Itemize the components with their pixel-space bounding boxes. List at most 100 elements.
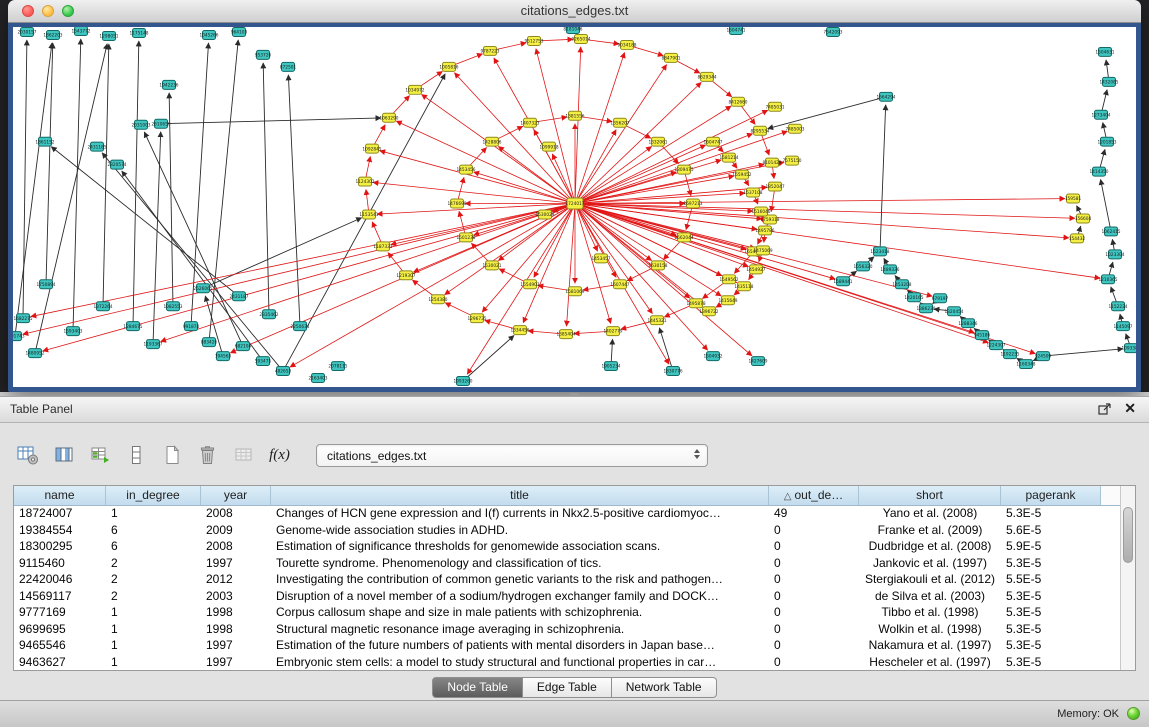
cell-title: Tourette syndrome. Phenomenology and cla… xyxy=(271,555,769,572)
node-label: 1224307 xyxy=(986,343,1005,349)
node-label: 1593403 xyxy=(63,329,82,335)
table-select-dropdown[interactable]: citations_edges.txt xyxy=(316,444,708,467)
column-header-label: year xyxy=(224,488,247,502)
table-body: 1872400712008Changes of HCN gene express… xyxy=(14,505,1120,670)
node-label: 1537108 xyxy=(743,190,762,196)
table-row[interactable]: 911546021997Tourette syndrome. Phenomeno… xyxy=(14,555,1120,572)
function-button[interactable]: f(x) xyxy=(266,442,293,469)
table-row[interactable]: 2242004622012Investigating the contribut… xyxy=(14,571,1120,588)
network-window: citations_edges.txt 17240171852047175931… xyxy=(8,0,1141,392)
node-label: 1905234 xyxy=(601,364,620,370)
cell-pagerank: 5.3E-5 xyxy=(1001,604,1101,621)
dropdown-arrows-icon xyxy=(694,449,700,459)
cell-in_degree: 1 xyxy=(106,505,201,522)
node-label: 1160348 xyxy=(1016,362,1035,368)
cell-year: 1997 xyxy=(201,555,271,572)
node-label: 8847901 xyxy=(661,56,680,62)
tab-network-table[interactable]: Network Table xyxy=(612,677,717,698)
cell-out_degree: 49 xyxy=(769,505,859,522)
node-label: 794563 xyxy=(215,354,232,360)
cell-pagerank: 5.3E-5 xyxy=(1001,505,1101,522)
node-label: 1201853 xyxy=(1097,139,1116,145)
node-label: 1862203 xyxy=(43,33,62,39)
cell-pagerank: 5.3E-5 xyxy=(1001,654,1101,671)
table-scrollbar-thumb[interactable] xyxy=(1123,507,1133,563)
tab-edge-table[interactable]: Edge Table xyxy=(523,677,612,698)
node-label: 1381556 xyxy=(565,113,584,119)
table-scrollbar[interactable] xyxy=(1120,486,1135,670)
node-label: 1045266 xyxy=(199,33,218,39)
columns-button[interactable] xyxy=(50,442,77,469)
table-settings-button[interactable] xyxy=(14,442,41,469)
node-label: 1334456 xyxy=(510,328,529,334)
column-header-label: out_de… xyxy=(795,488,844,502)
cell-name: 22420046 xyxy=(14,571,106,588)
node-label: 1407323 xyxy=(520,120,539,126)
node-label: 1332061 xyxy=(648,139,667,145)
column-header-year[interactable]: year xyxy=(201,486,271,505)
node-label: 1724017 xyxy=(565,201,584,207)
node-label: 1210365 xyxy=(1098,277,1117,283)
new-document-button[interactable] xyxy=(158,442,185,469)
cell-short: Nakamura et al. (1997) xyxy=(859,637,1001,654)
node-label: 1453456 xyxy=(456,167,475,173)
cell-year: 1998 xyxy=(201,621,271,638)
import-table-button[interactable] xyxy=(230,442,257,469)
table-row[interactable]: 1830029562008Estimation of significance … xyxy=(14,538,1120,555)
cell-in_degree: 6 xyxy=(106,538,201,555)
node-label: 8295534 xyxy=(750,128,769,134)
node-label: 1034972 xyxy=(405,87,424,93)
node-label: 682104 xyxy=(235,344,252,350)
table-settings-icon xyxy=(17,445,39,465)
node-label: 1607447 xyxy=(610,282,629,288)
node-label: 8412660 xyxy=(728,99,747,105)
table-row[interactable]: 1456911722003Disruption of a novel membe… xyxy=(14,588,1120,605)
table-panel-header: Table Panel ✕ xyxy=(0,397,1149,423)
cell-short: Stergiakouli et al. (2012) xyxy=(859,571,1001,588)
cell-title: Investigating the contribution of common… xyxy=(271,571,769,588)
column-header-out_degree[interactable]: △out_de… xyxy=(769,486,859,505)
column-header-name[interactable]: name xyxy=(14,486,106,505)
node-label: 2320574 xyxy=(107,162,126,168)
window-titlebar[interactable]: citations_edges.txt xyxy=(8,0,1141,23)
dropdown-selected-value: citations_edges.txt xyxy=(327,449,426,463)
cell-in_degree: 2 xyxy=(106,555,201,572)
node-label: 9265014 xyxy=(571,37,590,43)
node-label: 482653 xyxy=(275,369,292,375)
float-panel-icon[interactable] xyxy=(1098,402,1113,416)
table-row[interactable]: 969969511998Structural magnetic resonanc… xyxy=(14,621,1120,638)
node-label: 1750894 xyxy=(36,282,55,288)
cell-out_degree: 0 xyxy=(769,588,859,605)
table-row[interactable]: 946362711997Embryonic stem cells: a mode… xyxy=(14,654,1120,671)
node-label: 8629344 xyxy=(697,74,716,80)
node-label: 1556320 xyxy=(853,264,872,270)
node-label: 945186 xyxy=(974,333,991,339)
cell-in_degree: 1 xyxy=(106,637,201,654)
column-header-short[interactable]: short xyxy=(859,486,1001,505)
close-panel-icon[interactable]: ✕ xyxy=(1124,400,1136,417)
cell-year: 1998 xyxy=(201,604,271,621)
tab-node-table[interactable]: Node Table xyxy=(432,677,523,698)
node-label: 9787223 xyxy=(480,49,499,55)
cell-title: Disruption of a novel member of a sodium… xyxy=(271,588,769,605)
node-label: 1630158 xyxy=(648,263,667,269)
cell-out_degree: 0 xyxy=(769,604,859,621)
column-header-label: pagerank xyxy=(1025,488,1075,502)
column-header-in_degree[interactable]: in_degree xyxy=(106,486,201,505)
cell-pagerank: 5.3E-5 xyxy=(1001,588,1101,605)
delete-button[interactable] xyxy=(194,442,221,469)
column-header-title[interactable]: title xyxy=(271,486,769,505)
rows-button[interactable] xyxy=(122,442,149,469)
node-label: 1284675 xyxy=(123,324,142,330)
cell-out_degree: 0 xyxy=(769,538,859,555)
table-row[interactable]: 946554611997Estimation of the future num… xyxy=(14,637,1120,654)
table-row[interactable]: 977716911998Corpus callosum shape and si… xyxy=(14,604,1120,621)
column-header-pagerank[interactable]: pagerank xyxy=(1001,486,1101,505)
table-row[interactable]: 1872400712008Changes of HCN gene express… xyxy=(14,505,1120,522)
network-canvas[interactable]: 1724017185204717593181654931154956214958… xyxy=(13,27,1136,387)
node-label: 9301743 xyxy=(13,334,25,340)
cell-title: Estimation of significance thresholds fo… xyxy=(271,538,769,555)
edit-table-button[interactable] xyxy=(86,442,113,469)
table-row[interactable]: 1938455462009Genome-wide association stu… xyxy=(14,522,1120,539)
cell-short: Dudbridge et al. (2008) xyxy=(859,538,1001,555)
